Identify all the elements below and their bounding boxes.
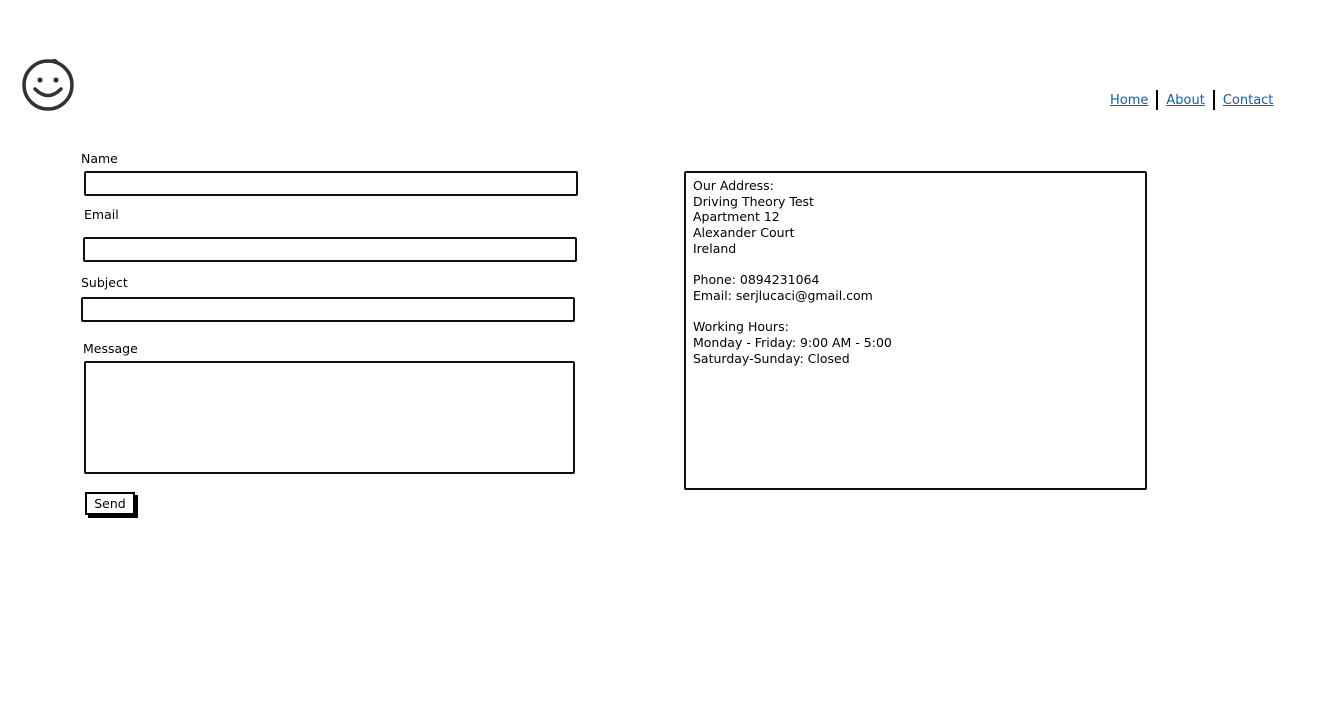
contact-info-panel: Our Address: Driving Theory Test Apartme… [684,171,1147,490]
name-label: Name [81,151,118,166]
main-nav: Home About Contact [1106,90,1277,110]
subject-input[interactable] [81,297,575,322]
address-line: Ireland [693,240,737,256]
hours-heading: Working Hours: [693,319,789,335]
smiley-face-icon[interactable] [21,58,77,114]
send-button[interactable]: Send [85,492,135,515]
hours-line: Monday - Friday: 9:00 AM - 5:00 [693,335,892,350]
message-label: Message [83,341,138,356]
nav-divider [1156,90,1159,110]
email-label: Email [84,207,119,222]
address-line: Driving Theory Test [693,193,814,209]
contact-page: Home About Contact Name Email Subject Me… [0,0,1327,714]
message-textarea[interactable] [84,361,575,474]
email-text: Email: serjlucaci@gmail.com [693,287,873,303]
address-line: Apartment 12 [693,209,780,225]
nav-link-contact[interactable]: Contact [1219,93,1278,108]
nav-link-about[interactable]: About [1162,93,1208,108]
nav-link-home[interactable]: Home [1106,93,1152,108]
address-heading: Our Address: [693,178,774,193]
address-line: Alexander Court [693,225,795,241]
phone-text: Phone: 0894231064 [693,272,820,288]
name-input[interactable] [84,171,578,196]
hours-line: Saturday-Sunday: Closed [693,350,850,366]
nav-divider [1212,90,1215,110]
email-input[interactable] [83,237,577,262]
subject-label: Subject [81,275,128,290]
